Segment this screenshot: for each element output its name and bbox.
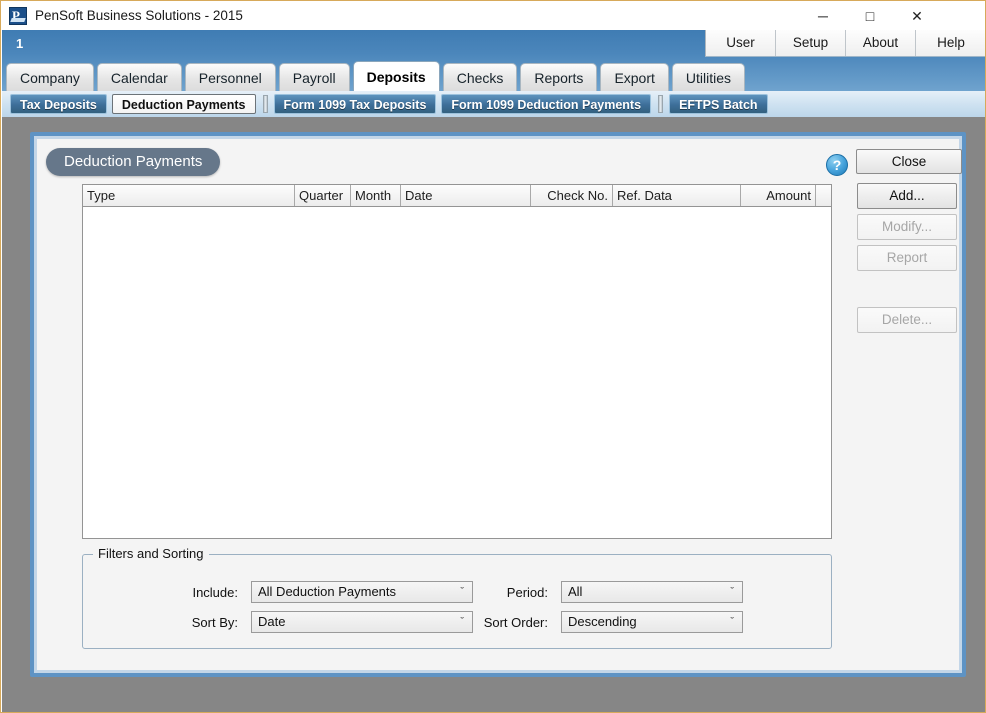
tab-personnel[interactable]: Personnel: [184, 63, 276, 91]
maximize-button[interactable]: □: [847, 3, 893, 29]
title-bar: P PenSoft Business Solutions - 2015 ─ □ …: [2, 2, 985, 30]
window-title: PenSoft Business Solutions - 2015: [35, 8, 243, 23]
subtab-deduction-payments[interactable]: Deduction Payments: [111, 94, 256, 114]
grid-body[interactable]: [83, 207, 831, 538]
question-mark-icon[interactable]: ?: [826, 154, 848, 176]
subtab-tax-deposits[interactable]: Tax Deposits: [10, 94, 107, 114]
main-tab-strip: Company Calendar Personnel Payroll Deposits C…: [6, 61, 748, 91]
application-window: P PenSoft Business Solutions - 2015 ─ □ …: [0, 0, 986, 713]
tab-company[interactable]: Company: [6, 63, 94, 91]
mdi-client-area: Deduction Payments ? Close Add... Modify…: [2, 117, 985, 712]
app-icon-letter: P: [12, 8, 20, 23]
minimize-button[interactable]: ─: [800, 3, 846, 29]
filters-and-sorting-group: Filters and Sorting Include: All Deducti…: [82, 546, 832, 649]
close-window-button[interactable]: ✕: [894, 3, 940, 29]
grid-column-header-ref-data[interactable]: Ref. Data: [613, 185, 741, 206]
subtab-separator: [658, 95, 664, 113]
sort-order-select-value: Descending: [568, 614, 637, 629]
subtab-separator: [262, 95, 268, 113]
close-button[interactable]: Close: [856, 149, 962, 174]
tab-reports[interactable]: Reports: [520, 63, 598, 91]
tab-calendar[interactable]: Calendar: [96, 63, 182, 91]
page-title: Deduction Payments: [46, 148, 221, 176]
pensoft-logo-icon: P: [9, 7, 27, 25]
app-icon-swoosh: [10, 18, 26, 22]
subtab-eftps-batch[interactable]: EFTPS Batch: [669, 94, 768, 114]
deduction-payments-grid[interactable]: Type Quarter Month Date Check No. Ref. Data Am…: [82, 184, 832, 539]
menu-item-about[interactable]: About: [846, 30, 916, 56]
grid-column-header-quarter[interactable]: Quarter: [295, 185, 351, 206]
include-select-value: All Deduction Payments: [258, 584, 397, 599]
period-select-value: All: [568, 584, 583, 599]
sort-order-select[interactable]: Descending ˇ: [561, 611, 743, 633]
tab-checks[interactable]: Checks: [442, 63, 518, 91]
chevron-down-icon: ˇ: [730, 586, 734, 598]
subtab-form-1099-tax-deposits[interactable]: Form 1099 Tax Deposits: [273, 94, 437, 114]
filters-group-legend: Filters and Sorting: [93, 546, 209, 561]
delete-button[interactable]: Delete...: [857, 307, 957, 333]
sub-tab-bar: Tax Deposits Deduction Payments Form 1099 …: [2, 91, 985, 117]
report-button[interactable]: Report: [857, 245, 957, 271]
modify-button[interactable]: Modify...: [857, 214, 957, 240]
grid-column-header-check-no[interactable]: Check No.: [531, 185, 613, 206]
subtab-form-1099-deduction-payments[interactable]: Form 1099 Deduction Payments: [441, 94, 652, 114]
grid-header-row: Type Quarter Month Date Check No. Ref. Data Am…: [83, 185, 831, 207]
sort-by-select-value: Date: [258, 614, 286, 629]
deduction-payments-form-inner: Deduction Payments ? Close Add... Modify…: [34, 136, 962, 673]
period-label: Period:: [506, 585, 548, 600]
sort-by-label: Sort By:: [191, 615, 238, 630]
grid-column-header-month[interactable]: Month: [351, 185, 401, 206]
include-label: Include:: [192, 585, 238, 600]
menu-item-help[interactable]: Help: [916, 30, 985, 56]
tab-deposits[interactable]: Deposits: [352, 61, 440, 91]
add-button[interactable]: Add...: [857, 183, 957, 209]
deduction-payments-form: Deduction Payments ? Close Add... Modify…: [30, 132, 966, 677]
grid-column-header-type[interactable]: Type: [83, 185, 295, 206]
menu-item-setup[interactable]: Setup: [776, 30, 846, 56]
menu-item-user[interactable]: User: [706, 30, 776, 56]
application-header: 1 User Setup About Help Company Calendar Pers…: [2, 30, 985, 91]
grid-column-header-date[interactable]: Date: [401, 185, 531, 206]
top-menu-strip: User Setup About Help: [705, 30, 985, 57]
tab-export[interactable]: Export: [600, 63, 669, 91]
grid-column-header-amount[interactable]: Amount: [741, 185, 816, 206]
sort-order-label: Sort Order:: [483, 615, 548, 630]
grid-column-header-spacer[interactable]: [816, 185, 831, 206]
period-select[interactable]: All ˇ: [561, 581, 743, 603]
tab-payroll[interactable]: Payroll: [278, 63, 350, 91]
tab-utilities[interactable]: Utilities: [671, 63, 746, 91]
company-number-label: 1: [16, 36, 24, 51]
chevron-down-icon: ˇ: [730, 616, 734, 628]
